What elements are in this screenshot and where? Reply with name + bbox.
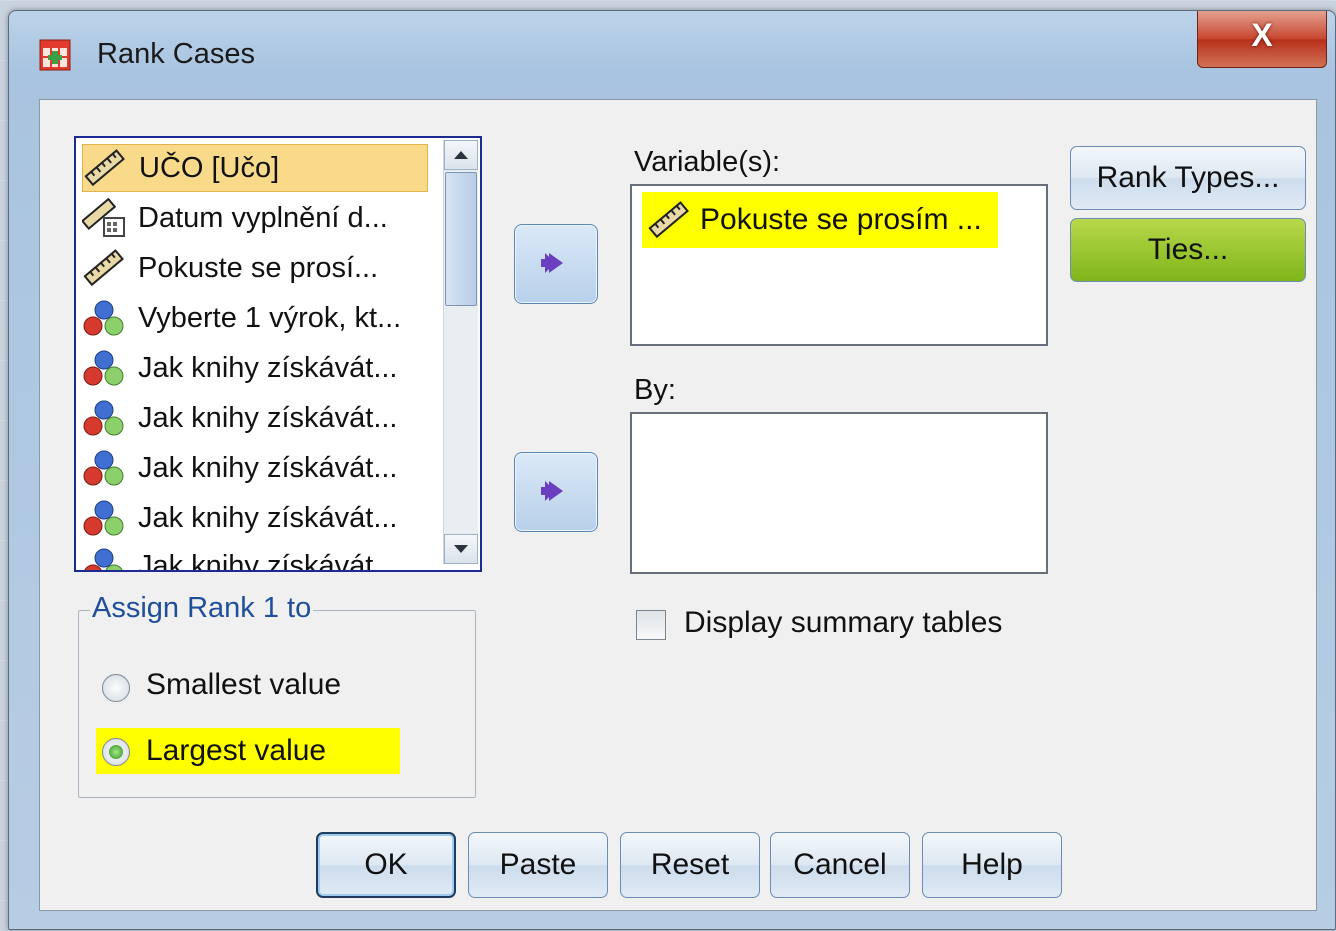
arrow-down-icon <box>454 545 468 553</box>
nominal-icon <box>83 300 124 336</box>
smallest-value-radio[interactable] <box>102 674 130 702</box>
reset-button[interactable]: Reset <box>620 832 760 898</box>
list-item[interactable]: Jak knihy získávát... <box>82 394 428 442</box>
nominal-icon <box>83 450 124 486</box>
display-summary-label[interactable]: Display summary tables <box>684 606 1002 640</box>
list-item[interactable]: UČO [Učo] <box>82 144 428 192</box>
nominal-icon <box>83 350 124 386</box>
vertical-scrollbar[interactable] <box>443 140 478 564</box>
help-button[interactable]: Help <box>922 832 1062 898</box>
list-item-label: Jak knihy získávát... <box>138 549 398 572</box>
nominal-icon <box>83 400 124 436</box>
paste-button[interactable]: Paste <box>468 832 608 898</box>
arrow-right-icon <box>541 253 563 273</box>
ruler-icon <box>83 249 124 287</box>
nominal-icon <box>84 548 123 570</box>
scroll-up-button[interactable] <box>444 140 478 170</box>
move-to-by-button[interactable] <box>514 452 598 532</box>
list-item-label: Pokuste se prosí... <box>138 251 379 284</box>
ties-button[interactable]: Ties... <box>1070 218 1306 282</box>
window-title: Rank Cases <box>97 38 255 70</box>
rank-types-button[interactable]: Rank Types... <box>1070 146 1306 210</box>
move-to-variables-button[interactable] <box>514 224 598 304</box>
list-item-label: Jak knihy získávát... <box>138 401 398 434</box>
list-item-label: Datum vyplnění d... <box>138 201 388 234</box>
scroll-down-button[interactable] <box>444 534 478 564</box>
list-item[interactable]: Jak knihy získávát... <box>82 344 428 392</box>
rank-cases-dialog: Rank Cases X UČO [Učo] Datum vyplnění d.… <box>8 10 1336 930</box>
list-item[interactable]: Pokuste se prosím ... <box>642 192 998 248</box>
list-item[interactable]: Jak knihy získávát... <box>82 494 428 542</box>
spss-dialog-icon <box>39 39 71 71</box>
list-item[interactable]: Pokuste se prosí... <box>82 244 428 292</box>
scroll-thumb[interactable] <box>445 172 477 306</box>
arrow-right-icon <box>541 481 563 501</box>
title-bar[interactable]: Rank Cases X <box>9 11 1335 97</box>
display-summary-checkbox[interactable] <box>636 610 666 640</box>
list-item[interactable]: Datum vyplnění d... <box>82 194 428 242</box>
date-scale-icon <box>82 198 125 237</box>
list-item-label: Jak knihy získávát... <box>138 501 398 534</box>
list-item-label: Pokuste se prosím ... <box>700 203 982 236</box>
by-label: By: <box>634 374 676 406</box>
arrow-up-icon <box>454 151 468 159</box>
ruler-icon <box>84 149 125 187</box>
list-item[interactable]: Jak knihy získávát... <box>82 444 428 492</box>
variables-label-text: Variable(s): <box>634 146 781 178</box>
list-item-label: Vyberte 1 výrok, kt... <box>138 301 402 334</box>
variables-label: Variable(s): <box>634 146 780 179</box>
list-item[interactable]: Jak knihy získávát... <box>82 542 428 572</box>
close-button[interactable]: X <box>1197 11 1327 68</box>
dialog-body: UČO [Učo] Datum vyplnění d... Pokuste se… <box>39 99 1317 911</box>
ruler-icon <box>648 201 689 239</box>
assign-rank-legend: Assign Rank 1 to <box>90 592 314 625</box>
smallest-value-label[interactable]: Smallest value <box>146 668 341 702</box>
largest-value-label[interactable]: Largest value <box>146 734 326 768</box>
variables-list[interactable]: Pokuste se prosím ... <box>630 184 1048 346</box>
list-item[interactable]: Vyberte 1 výrok, kt... <box>82 294 428 342</box>
largest-value-radio[interactable] <box>102 738 130 766</box>
nominal-icon <box>83 500 124 536</box>
source-variable-list[interactable]: UČO [Učo] Datum vyplnění d... Pokuste se… <box>74 136 482 572</box>
cancel-button[interactable]: Cancel <box>770 832 910 898</box>
list-item-label: Jak knihy získávát... <box>138 451 398 484</box>
ok-button[interactable]: OK <box>316 832 456 898</box>
close-icon: X <box>1251 17 1273 53</box>
list-item-label: Jak knihy získávát... <box>138 351 398 384</box>
list-item-label: UČO [Učo] <box>139 151 280 184</box>
by-list[interactable] <box>630 412 1048 574</box>
